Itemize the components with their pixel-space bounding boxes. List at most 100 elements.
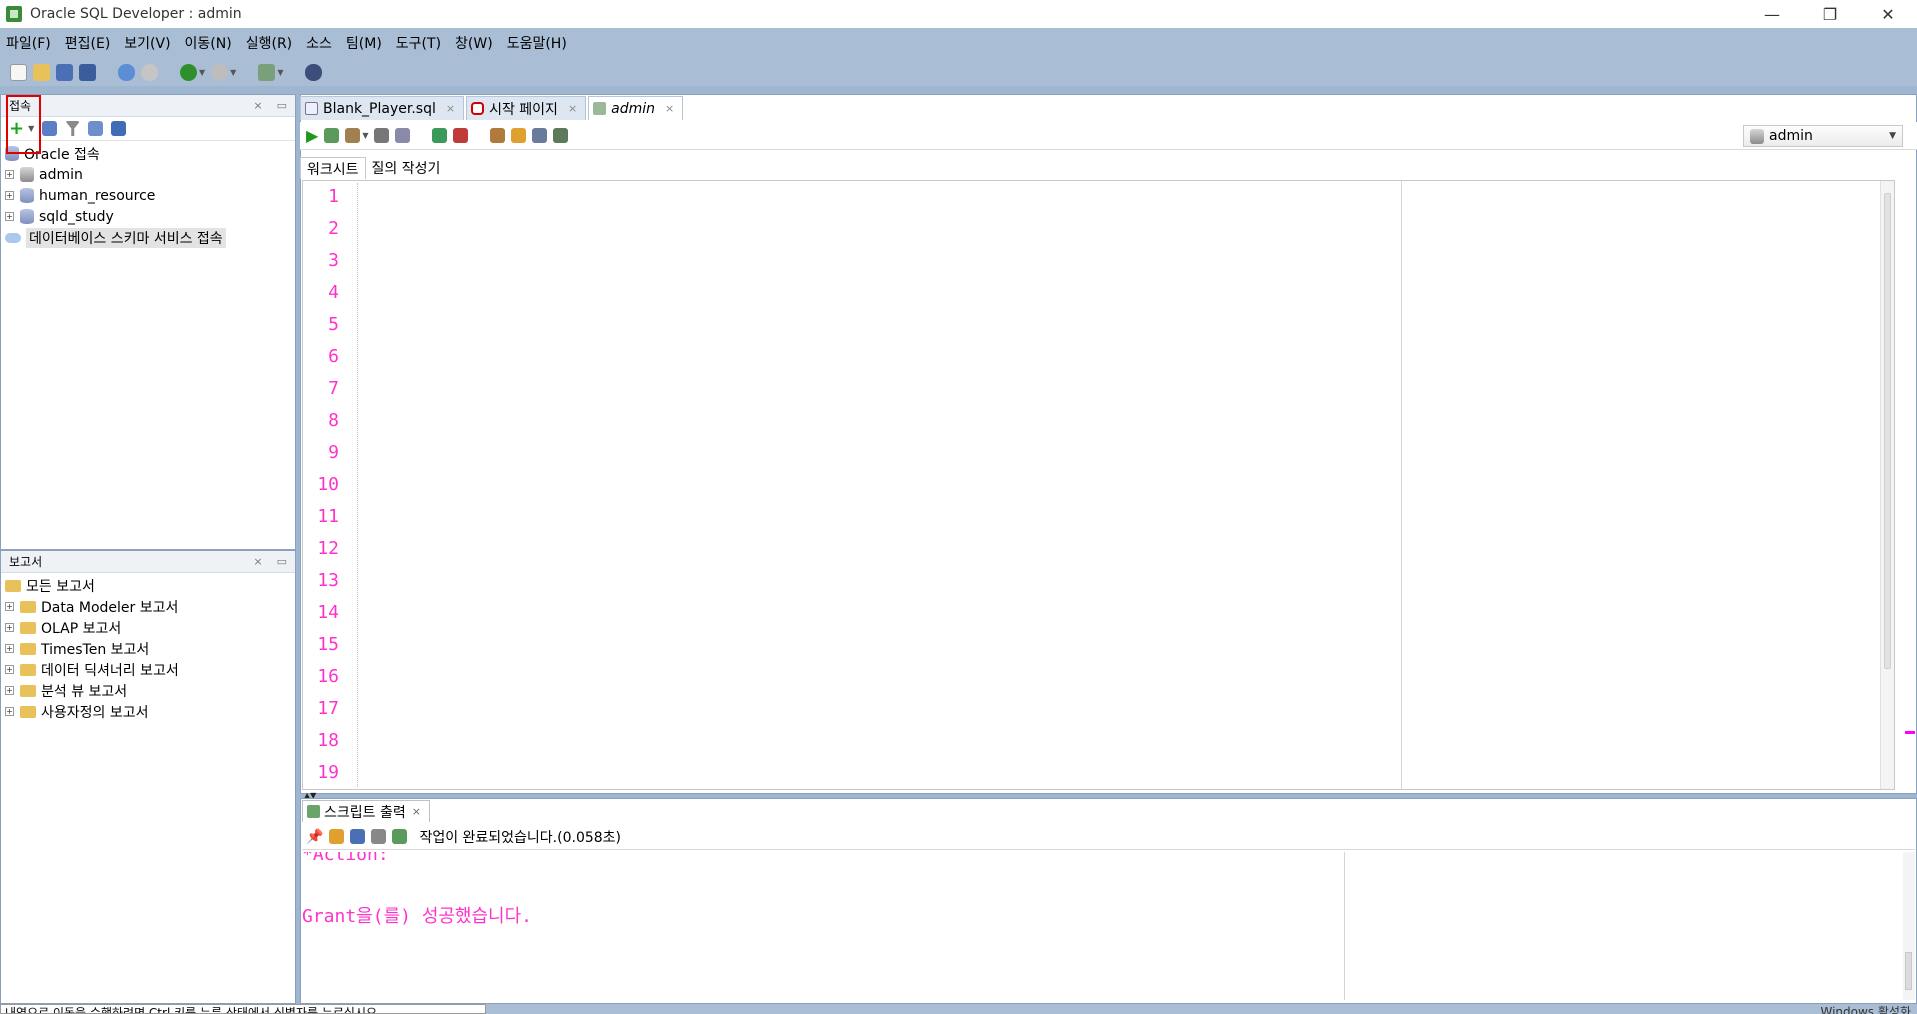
save-all-icon[interactable] bbox=[79, 63, 96, 81]
line-number: 12 bbox=[317, 538, 339, 559]
menu-edit[interactable]: 편집(E) bbox=[65, 33, 111, 53]
close-icon[interactable]: × bbox=[568, 102, 577, 115]
back-dropdown-icon[interactable]: ▼ bbox=[199, 68, 205, 77]
filter-icon[interactable] bbox=[65, 121, 81, 136]
close-icon[interactable]: × bbox=[665, 102, 674, 115]
right-margin-line bbox=[1401, 181, 1402, 789]
tree-root[interactable]: Oracle 접속 bbox=[1, 143, 295, 164]
pin-icon[interactable]: 📌 bbox=[306, 829, 323, 845]
line-number: 8 bbox=[328, 410, 339, 431]
schema-browser-icon[interactable] bbox=[88, 121, 104, 136]
forward-icon[interactable] bbox=[211, 63, 229, 81]
connection-item[interactable]: + sqld_study bbox=[1, 206, 295, 227]
close-icon[interactable]: × bbox=[412, 805, 421, 818]
tab-query-builder[interactable]: 질의 작성기 bbox=[366, 157, 447, 179]
status-bar: 내역으로 이동을 수행하려면 Ctrl 키를 누른 상태에서 식별자를 누르십시… bbox=[0, 1004, 1917, 1014]
save-output-icon[interactable] bbox=[350, 829, 366, 844]
buffer-icon[interactable] bbox=[392, 829, 408, 844]
menu-navigate[interactable]: 이동(N) bbox=[185, 33, 232, 53]
tab-start-page[interactable]: 시작 페이지 × bbox=[466, 96, 587, 120]
menu-window[interactable]: 창(W) bbox=[455, 33, 493, 53]
autotrace-dropdown-icon[interactable]: ▼ bbox=[362, 131, 368, 140]
connection-item[interactable]: + human_resource bbox=[1, 185, 295, 206]
sql-developer-app-icon bbox=[6, 6, 22, 22]
refresh-icon[interactable] bbox=[42, 121, 58, 136]
commit-icon[interactable] bbox=[432, 128, 448, 143]
close-icon[interactable]: × bbox=[446, 102, 455, 115]
menu-tools[interactable]: 도구(T) bbox=[396, 33, 441, 53]
rollback-icon[interactable] bbox=[453, 128, 469, 143]
expand-icon[interactable]: + bbox=[5, 644, 14, 653]
report-item[interactable]: + OLAP 보고서 bbox=[1, 617, 295, 638]
open-folder-icon[interactable] bbox=[33, 63, 50, 81]
reports-root[interactable]: 모든 보고서 bbox=[1, 575, 295, 596]
output-scrollbar[interactable] bbox=[1903, 852, 1915, 1000]
expand-icon[interactable]: + bbox=[5, 602, 14, 611]
output-status: 작업이 완료되었습니다.(0.058초) bbox=[419, 829, 622, 846]
expand-icon[interactable]: + bbox=[5, 665, 14, 674]
autotrace-icon[interactable] bbox=[345, 128, 361, 143]
expand-icon[interactable]: + bbox=[5, 686, 14, 695]
explain-plan-icon[interactable] bbox=[374, 128, 390, 143]
report-item[interactable]: + 사용자정의 보고서 bbox=[1, 701, 295, 722]
expand-icon[interactable]: + bbox=[5, 170, 14, 179]
connection-icon bbox=[1750, 128, 1764, 144]
worksheet-toolbar: ▶ ▼ admin ▼ bbox=[300, 122, 1917, 150]
new-file-icon[interactable] bbox=[10, 63, 27, 81]
menu-run[interactable]: 실행(R) bbox=[246, 33, 292, 53]
clear-output-icon[interactable] bbox=[329, 829, 345, 844]
close-icon[interactable]: × bbox=[253, 99, 262, 112]
scrollbar-thumb[interactable] bbox=[1905, 952, 1912, 990]
sql-tuning-icon[interactable] bbox=[395, 128, 411, 143]
scrollbar-thumb[interactable] bbox=[1884, 193, 1891, 669]
minimize-button[interactable]: — bbox=[1743, 0, 1801, 28]
close-button[interactable]: ✕ bbox=[1859, 0, 1917, 28]
tab-script-output[interactable]: 스크립트 출력 × bbox=[302, 800, 430, 822]
menu-file[interactable]: 파일(F) bbox=[6, 33, 51, 53]
expand-icon[interactable]: + bbox=[5, 623, 14, 632]
menu-help[interactable]: 도움말(H) bbox=[507, 33, 567, 53]
report-item[interactable]: + Data Modeler 보고서 bbox=[1, 596, 295, 617]
sql-worksheet-icon[interactable] bbox=[258, 63, 276, 81]
gutter-divider bbox=[357, 183, 358, 787]
report-item[interactable]: + TimesTen 보고서 bbox=[1, 638, 295, 659]
forward-dropdown-icon[interactable]: ▼ bbox=[230, 68, 236, 77]
connection-item[interactable]: + admin bbox=[1, 164, 295, 185]
folder-icon bbox=[20, 705, 36, 718]
binoculars-icon[interactable] bbox=[305, 63, 323, 81]
format-icon[interactable] bbox=[553, 128, 569, 143]
run-script-icon[interactable] bbox=[324, 128, 340, 143]
unshared-sql-icon[interactable] bbox=[490, 128, 506, 143]
report-item[interactable]: + 데이터 딕셔너리 보고서 bbox=[1, 659, 295, 680]
tab-blank-player[interactable]: Blank_Player.sql × bbox=[300, 96, 465, 120]
connection-select[interactable]: admin ▼ bbox=[1743, 125, 1903, 147]
manage-icon[interactable] bbox=[111, 121, 127, 136]
save-icon[interactable] bbox=[56, 63, 73, 81]
expand-icon[interactable]: + bbox=[5, 707, 14, 716]
sql-history-icon[interactable] bbox=[532, 128, 548, 143]
expand-icon[interactable]: + bbox=[5, 212, 14, 221]
worksheet-dropdown-icon[interactable]: ▼ bbox=[277, 68, 283, 77]
clear-icon[interactable] bbox=[511, 128, 527, 143]
report-item[interactable]: + 분석 뷰 보고서 bbox=[1, 680, 295, 701]
redo-icon[interactable] bbox=[141, 63, 158, 81]
undo-icon[interactable] bbox=[118, 63, 135, 81]
script-output-icon bbox=[307, 805, 320, 818]
print-icon[interactable] bbox=[371, 829, 387, 844]
line-number: 11 bbox=[317, 506, 339, 527]
menu-view[interactable]: 보기(V) bbox=[124, 33, 170, 53]
expand-icon[interactable]: + bbox=[5, 191, 14, 200]
menu-source[interactable]: 소스 bbox=[306, 33, 332, 53]
run-statement-icon[interactable]: ▶ bbox=[306, 126, 318, 145]
tab-worksheet[interactable]: 워크시트 bbox=[300, 157, 366, 179]
menu-team[interactable]: 팀(M) bbox=[346, 33, 382, 53]
tab-admin[interactable]: admin × bbox=[588, 96, 684, 120]
cloud-connection-item[interactable]: 데이터베이스 스키마 서비스 접속 bbox=[1, 227, 295, 248]
minimize-panel-icon[interactable]: ▭ bbox=[277, 555, 287, 568]
editor-scrollbar[interactable] bbox=[1880, 181, 1894, 789]
sql-editor[interactable]: 1 2 3 4 5 6 7 8 9 10 11 12 13 14 15 16 1… bbox=[302, 180, 1895, 790]
restore-button[interactable]: ❐ bbox=[1801, 0, 1859, 28]
minimize-panel-icon[interactable]: ▭ bbox=[277, 99, 287, 112]
close-icon[interactable]: × bbox=[253, 555, 262, 568]
back-icon[interactable] bbox=[180, 63, 197, 81]
